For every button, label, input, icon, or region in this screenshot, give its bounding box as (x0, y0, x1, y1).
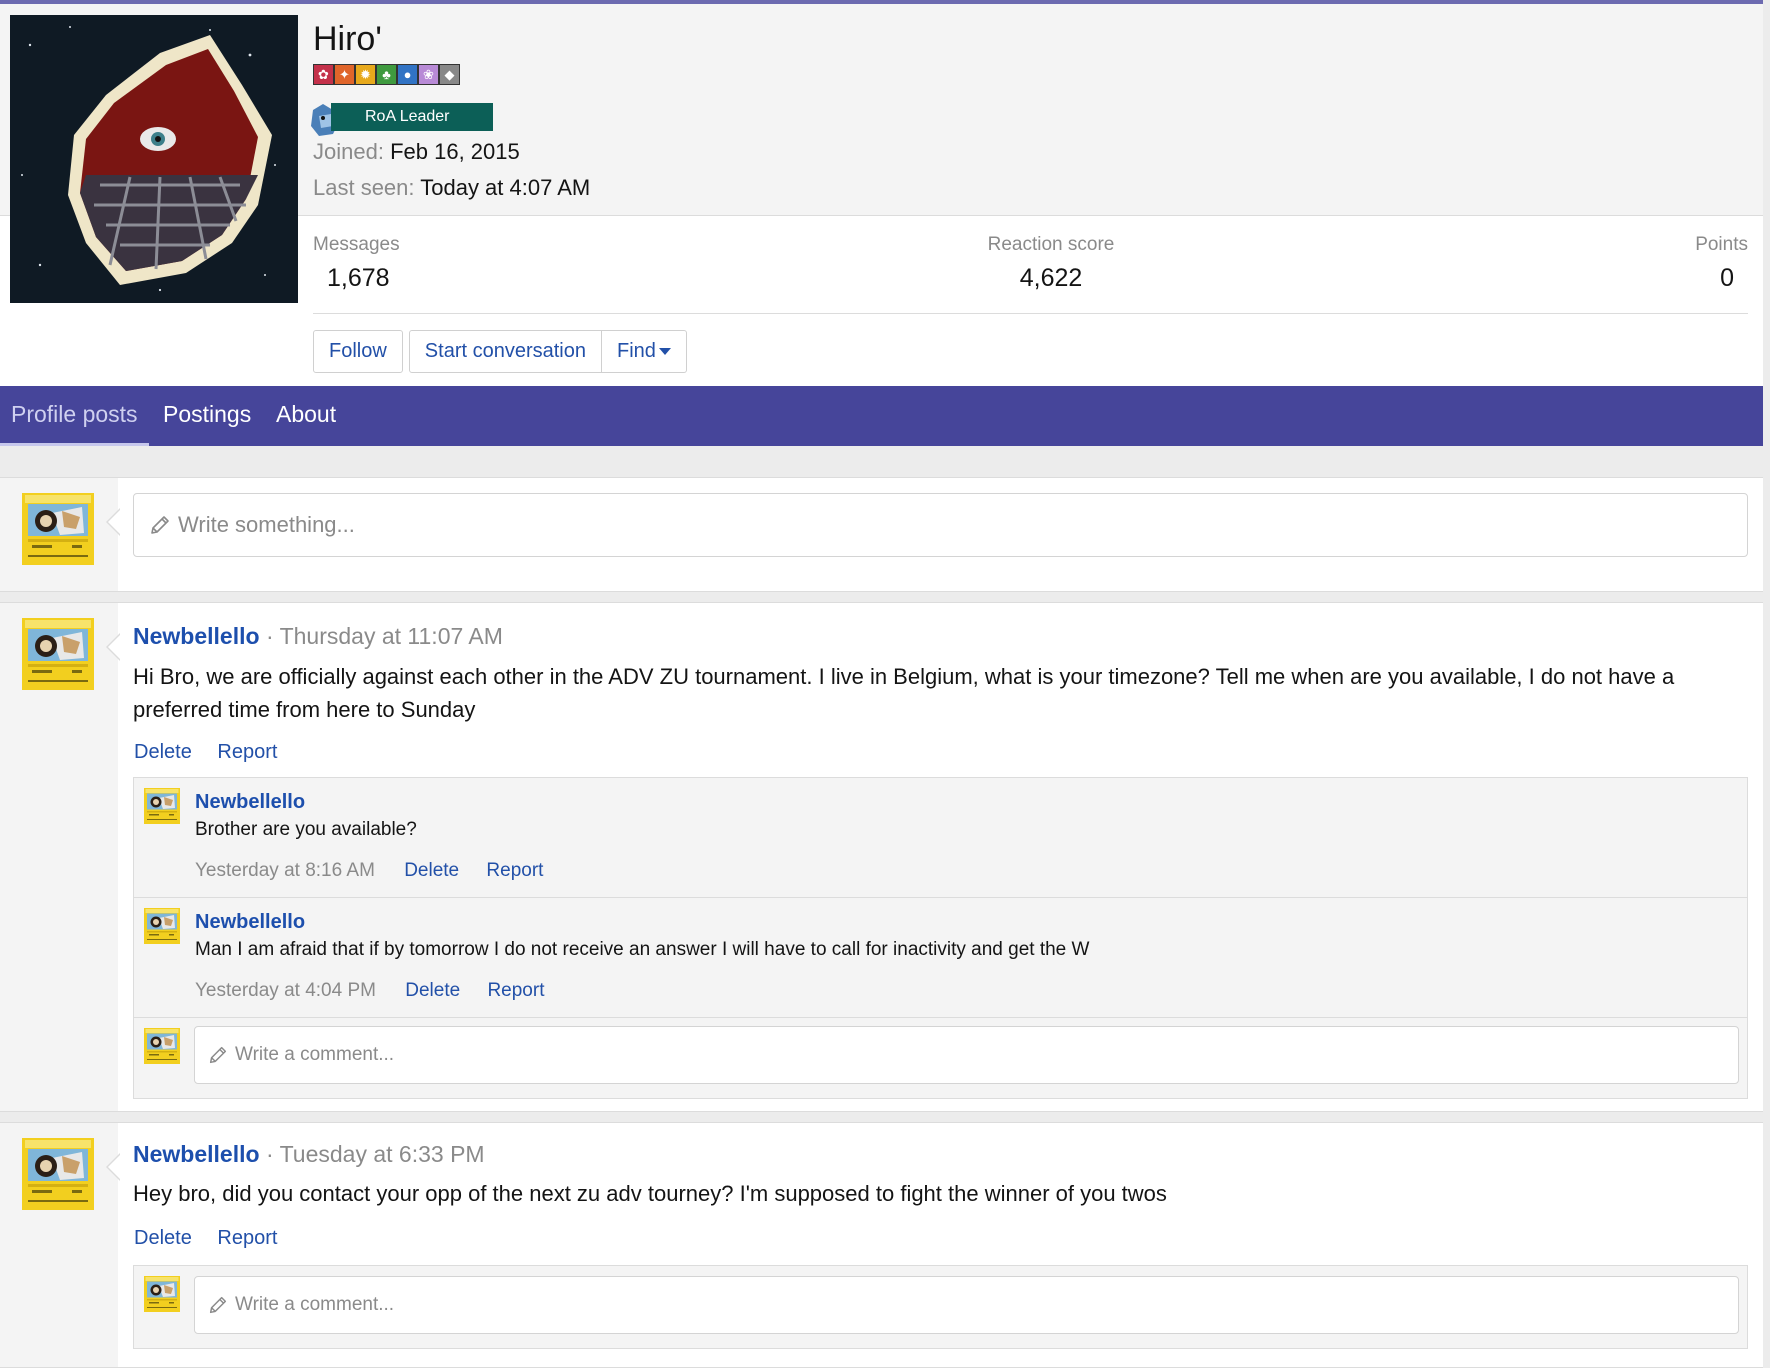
comments-list: Newbellello Brother are you available? Y… (133, 777, 1748, 1099)
comment-timestamp[interactable]: Yesterday at 8:16 AM (195, 860, 375, 881)
stat-reaction-label: Reaction score (987, 234, 1115, 255)
banner-label: RoA Leader (331, 103, 493, 131)
pencil-icon (207, 1044, 229, 1066)
post-message-line: Hey bro, did you contact your opp of the… (133, 1181, 1167, 1206)
comment-author-link[interactable]: Newbellello (195, 911, 305, 934)
delete-link[interactable]: Delete (134, 741, 192, 763)
joined-info: Joined: Feb 16, 2015 (313, 139, 520, 165)
tab-postings[interactable]: Postings (163, 386, 251, 446)
tab-about[interactable]: About (276, 386, 336, 446)
write-comment-input[interactable]: Write a comment... (194, 1026, 1739, 1084)
stat-messages-label: Messages (313, 234, 400, 255)
post-actions: Delete Report (134, 1227, 297, 1250)
comment-avatar[interactable] (144, 1028, 180, 1064)
post-timestamp[interactable]: Thursday at 11:07 AM (280, 623, 503, 649)
comment: Newbellello Brother are you available? Y… (134, 778, 1747, 898)
tab-profile-posts[interactable]: Profile posts (0, 386, 149, 446)
water-badge-icon: ● (397, 64, 418, 85)
stat-points-label: Points (1695, 234, 1748, 255)
stat-messages[interactable]: Messages 1,678 (313, 234, 400, 293)
last-seen-value[interactable]: Today at 4:07 AM (420, 175, 590, 200)
comment-avatar[interactable] (144, 1276, 180, 1312)
stat-messages-value: 1,678 (327, 264, 390, 292)
sun-badge-icon: ✹ (355, 64, 376, 85)
write-comment-placeholder: Write a comment... (235, 1294, 395, 1315)
find-menu-button[interactable]: Find (602, 330, 687, 373)
steel-badge-icon: ◆ (439, 64, 460, 85)
comment-composer: Write a comment... (134, 1018, 1747, 1098)
post-message: Hey bro, did you contact your opp of the… (133, 1177, 1713, 1210)
post-message-line: preferred time from here to Sunday (133, 697, 476, 722)
separator-dot: · (265, 623, 274, 649)
report-link[interactable]: Report (486, 860, 543, 881)
stat-points[interactable]: Points 0 (1695, 234, 1748, 293)
joined-date: Feb 16, 2015 (390, 139, 520, 164)
stat-reaction-value: 4,622 (1019, 264, 1083, 292)
separator-dot: · (265, 1141, 274, 1167)
post-actions: Delete Report (134, 741, 297, 764)
pointer-arrow (106, 508, 121, 536)
delete-link[interactable]: Delete (405, 980, 460, 1001)
write-comment-input[interactable]: Write a comment... (194, 1276, 1739, 1334)
profile-post: Newbellello · Tuesday at 6:33 PM Hey bro… (0, 1122, 1763, 1368)
avatar-image (10, 15, 298, 303)
stat-reaction-score[interactable]: Reaction score 4,622 (981, 234, 1121, 293)
post-author-link[interactable]: Newbellello (133, 623, 260, 649)
profile-tabs: Profile posts Postings About (0, 386, 1763, 446)
profile-username: Hiro' (313, 20, 382, 58)
post-header: Newbellello · Tuesday at 6:33 PM (133, 1141, 485, 1168)
stat-points-value: 0 (1720, 264, 1734, 292)
user-banner: RoA Leader (305, 98, 495, 138)
comment-avatar[interactable] (144, 908, 180, 944)
joined-label: Joined: (313, 139, 384, 164)
post-timestamp[interactable]: Tuesday at 6:33 PM (280, 1141, 485, 1167)
write-something-placeholder: Write something... (178, 512, 355, 537)
post-message: Hi Bro, we are officially against each o… (133, 660, 1713, 726)
avatar[interactable] (22, 493, 94, 565)
comment-composer: Write a comment... (134, 1266, 1747, 1348)
last-seen-info: Last seen: Today at 4:07 AM (313, 175, 590, 201)
follow-button[interactable]: Follow (313, 330, 403, 373)
pencil-icon (207, 1294, 229, 1316)
badge-strip: ✿ ✦ ✹ ♣ ● ❀ ◆ (313, 64, 460, 88)
pencil-icon (148, 513, 172, 537)
pointer-arrow (106, 1153, 121, 1181)
report-link[interactable]: Report (217, 1227, 277, 1249)
post-header: Newbellello · Thursday at 11:07 AM (133, 623, 503, 650)
comment-author-link[interactable]: Newbellello (195, 791, 305, 814)
status-composer: Write something... (0, 477, 1763, 592)
delete-link[interactable]: Delete (404, 860, 459, 881)
fairy-badge-icon: ❀ (418, 64, 439, 85)
comment-timestamp[interactable]: Yesterday at 4:04 PM (195, 980, 376, 1001)
pointer-arrow (106, 633, 121, 661)
write-comment-placeholder: Write a comment... (235, 1044, 395, 1065)
avatar[interactable] (22, 618, 94, 690)
delete-link[interactable]: Delete (134, 1227, 192, 1249)
profile-stats: Messages 1,678 Reaction score 4,622 Poin… (313, 234, 1748, 314)
post-author-link[interactable]: Newbellello (133, 1141, 260, 1167)
comment-avatar[interactable] (144, 788, 180, 824)
fire-badge-icon: ✿ (313, 64, 334, 85)
start-conversation-button[interactable]: Start conversation (408, 330, 602, 373)
comment-text: Man I am afraid that if by tomorrow I do… (195, 939, 1090, 960)
comment-footer: Yesterday at 4:04 PM Delete Report (195, 980, 566, 1002)
profile-header: Hiro' ✿ ✦ ✹ ♣ ● ❀ ◆ RoA Leader Joined: F… (0, 0, 1763, 386)
avatar[interactable] (22, 1138, 94, 1210)
comment-text: Brother are you available? (195, 819, 417, 840)
profile-avatar[interactable] (10, 15, 298, 303)
last-seen-label: Last seen: (313, 175, 415, 200)
comments-list: Write a comment... (133, 1265, 1748, 1349)
find-label: Find (617, 340, 656, 362)
chevron-down-icon (658, 348, 671, 356)
profile-post: Newbellello · Thursday at 11:07 AM Hi Br… (0, 602, 1763, 1112)
report-link[interactable]: Report (487, 980, 544, 1001)
orange-badge-icon: ✦ (334, 64, 355, 85)
comment-footer: Yesterday at 8:16 AM Delete Report (195, 860, 565, 882)
profile-actions: Follow Start conversation Find (313, 330, 687, 373)
comment: Newbellello Man I am afraid that if by t… (134, 898, 1747, 1018)
post-message-line: Hi Bro, we are officially against each o… (133, 664, 1675, 689)
report-link[interactable]: Report (217, 741, 277, 763)
write-something-input[interactable]: Write something... (133, 493, 1748, 557)
leaf-badge-icon: ♣ (376, 64, 397, 85)
